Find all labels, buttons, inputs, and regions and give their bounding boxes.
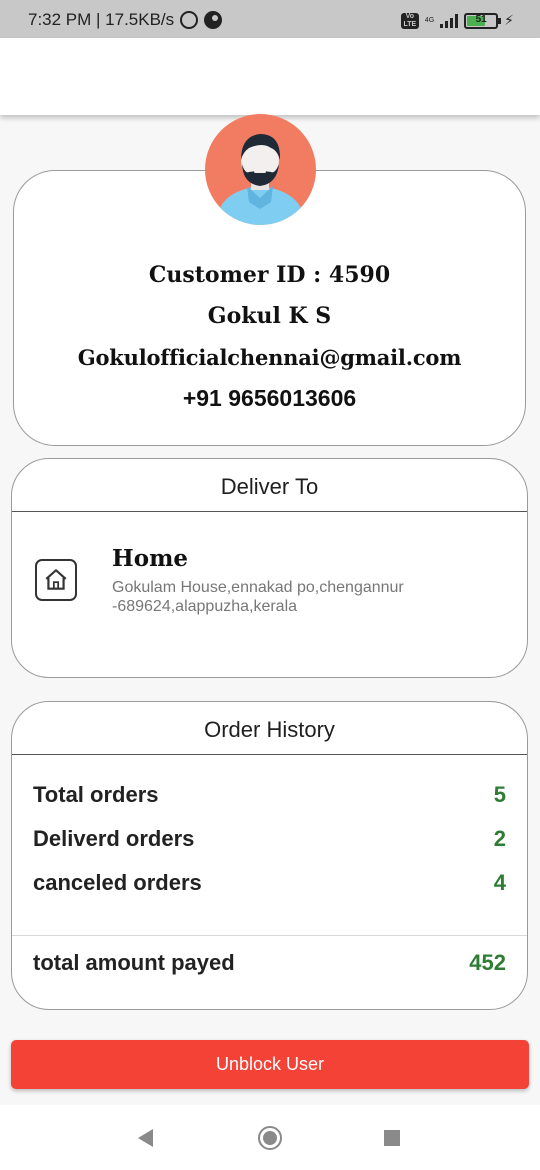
divider	[12, 935, 527, 936]
customer-id: Customer ID : 4590	[148, 262, 391, 288]
unblock-user-button[interactable]: Unblock User	[11, 1040, 529, 1089]
network-type: 4G	[424, 17, 435, 24]
battery-icon: 51	[464, 12, 502, 29]
customer-phone: +91 9656013606	[182, 385, 357, 411]
address-type: Home	[112, 545, 189, 572]
order-row-total: Total orders 5	[33, 782, 506, 808]
home-icon	[35, 559, 77, 601]
total-amount-value: 452	[469, 950, 506, 975]
data-saver-icon	[204, 11, 223, 29]
avatar	[205, 114, 316, 225]
status-time-speed: 7:32 PM | 17.5KB/s	[28, 10, 175, 29]
alarm-icon	[180, 11, 199, 29]
order-row-value: 5	[493, 782, 506, 807]
deliver-to-card: Deliver To Home Gokulam House,ennakad po…	[11, 458, 528, 678]
deliver-to-header: Deliver To	[12, 459, 527, 512]
order-row-label: Total orders	[33, 782, 159, 807]
signal-icon	[440, 13, 459, 28]
charging-icon: ⚡	[504, 12, 514, 28]
navigation-bar	[0, 1105, 540, 1170]
recents-icon[interactable]	[384, 1130, 400, 1146]
status-bar: 7:32 PM | 17.5KB/s Vo LTE 4G 51 ⚡	[0, 0, 540, 38]
order-row-value: 4	[493, 870, 506, 895]
order-row-canceled: canceled orders 4	[33, 870, 506, 896]
order-history-header: Order History	[12, 702, 527, 755]
customer-name: Gokul K S	[207, 303, 332, 329]
home-nav-icon[interactable]	[258, 1126, 282, 1150]
battery-level: 51	[475, 13, 487, 25]
order-row-delivered: Deliverd orders 2	[33, 826, 506, 852]
delivery-address: Gokulam House,ennakad po,chengannur -689…	[112, 579, 404, 615]
order-row-label: canceled orders	[33, 870, 202, 895]
order-row-total-amount: total amount payed 452	[33, 950, 506, 976]
volte-icon: Vo LTE	[400, 12, 419, 29]
app-bar	[0, 38, 540, 115]
order-row-value: 2	[493, 826, 506, 851]
order-history-card: Order History Total orders 5 Deliverd or…	[11, 701, 528, 1010]
order-row-label: Deliverd orders	[33, 826, 195, 851]
back-icon[interactable]	[138, 1129, 153, 1147]
customer-email: Gokulofficialchennai@gmail.com	[77, 345, 462, 370]
total-amount-label: total amount payed	[33, 950, 235, 975]
